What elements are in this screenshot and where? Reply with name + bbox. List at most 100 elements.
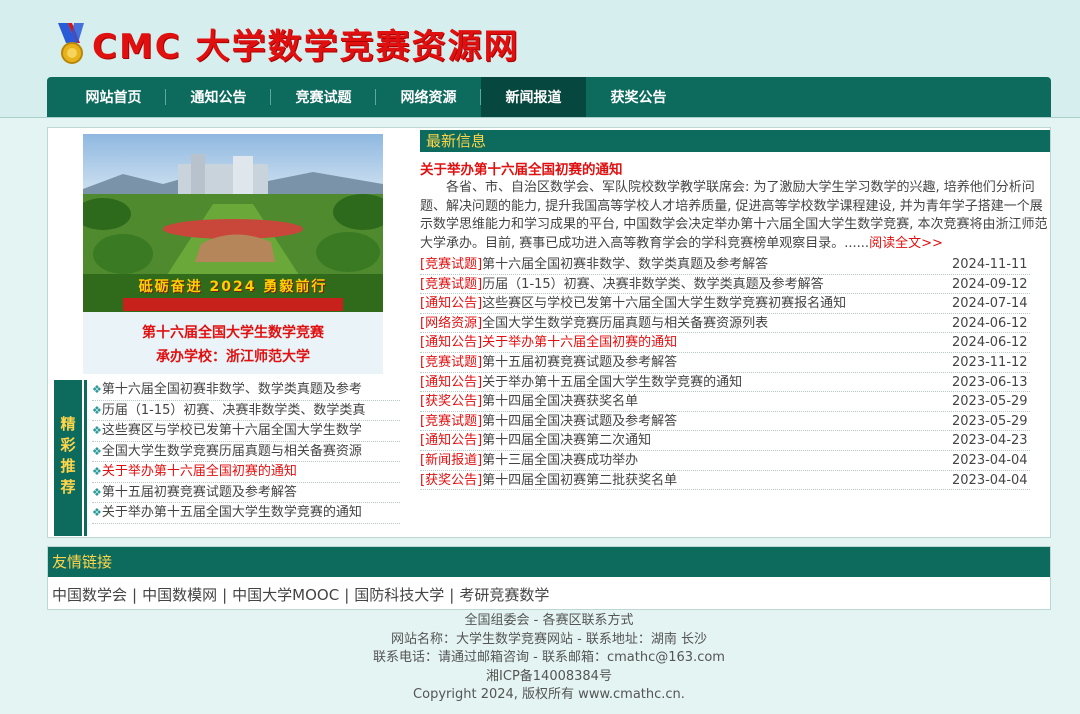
nav-home[interactable]: 网站首页 [61,77,166,117]
diamond-bullet-icon: ❖ [92,424,102,437]
news-item[interactable]: [通知公告]关于举办第十六届全国初赛的通知 2024-06-12 [420,333,1030,353]
nav-exams[interactable]: 竞赛试题 [271,77,376,117]
news-category[interactable]: 新闻报道 [425,453,477,468]
news-category[interactable]: 获奖公告 [425,394,477,409]
site-logo[interactable]: CMC 大学数学竞赛资源网 [54,18,520,68]
recommend-item[interactable]: ❖这些赛区与学校已发第十六届全国大学生数学 [92,421,400,442]
recommend-list: ❖第十六届全国初赛非数学、数学类真题及参考 ❖历届（1-15）初赛、决赛非数学类… [92,380,400,524]
news-date: 2023-04-23 [952,433,1028,449]
recommend-item[interactable]: ❖关于举办第十六届全国初赛的通知 [92,462,400,483]
footer-contacts-link[interactable]: 全国组委会 - 各赛区联系方式 [47,612,1051,631]
site-header: CMC 大学数学竞赛资源网 网站首页 通知公告 竞赛试题 网络资源 新闻报道 获… [0,0,1080,118]
recommend-item[interactable]: ❖第十五届初赛竞赛试题及参考解答 [92,483,400,503]
recommend-panel: 精彩推荐 ❖第十六届全国初赛非数学、数学类真题及参考 ❖历届（1-15）初赛、决… [54,380,400,536]
site-footer: 全国组委会 - 各赛区联系方式 网站名称：大学生数学竞赛网站 - 联系地址：湖南… [47,612,1051,705]
news-category[interactable]: 网络资源 [425,316,477,331]
diamond-bullet-icon: ❖ [92,506,102,519]
link-separator: | [132,586,138,604]
news-item-title: [新闻报道]第十三届全国决赛成功举办 [420,452,639,468]
news-item-title: [竞赛试题]第十五届初赛竞赛试题及参考解答 [420,354,678,370]
news-category[interactable]: 竞赛试题 [425,277,477,292]
latest-info-title: 最新信息 [420,130,1050,152]
recommend-label: 精彩推荐 [54,380,82,536]
footer-site-info: 网站名称：大学生数学竞赛网站 - 联系地址：湖南 长沙 [390,631,708,647]
nav-awards[interactable]: 获奖公告 [586,77,691,117]
nav-resources[interactable]: 网络资源 [376,77,481,117]
link-separator: | [222,586,228,604]
latest-info-panel: 最新信息 关于举办第十六届全国初赛的通知 各省、市、自治区数学会、军队院校数学教… [420,130,1050,491]
news-date: 2023-11-12 [952,354,1028,370]
footer-copyright: Copyright 2024, 版权所有 www.cmathc.cn. [413,687,685,702]
featured-summary: 各省、市、自治区数学会、军队院校数学教学联席会: 为了激励大学生学习数学的兴趣,… [420,180,1048,251]
recommend-item[interactable]: ❖第十六届全国初赛非数学、数学类真题及参考 [92,380,400,401]
news-date: 2024-09-12 [952,276,1028,292]
news-item[interactable]: [网络资源]全国大学生数学竞赛历届真题与相关备赛资源列表 2024-06-12 [420,314,1030,334]
diamond-bullet-icon: ❖ [92,444,102,458]
news-item[interactable]: [通知公告]第十四届全国决赛第二次通知 2023-04-23 [420,431,1030,451]
diamond-bullet-icon: ❖ [92,403,102,417]
news-item-title: [竞赛试题]第十六届全国初赛非数学、数学类真题及参考解答 [420,257,769,272]
news-category[interactable]: 获奖公告 [425,473,477,488]
news-item[interactable]: [获奖公告]第十四届全国决赛获奖名单 2023-05-29 [420,392,1030,412]
friend-links-panel: 友情链接 中国数学会 | 中国数模网 | 中国大学MOOC | 国防科技大学 | 考研竞赛数学 [47,546,1051,610]
news-item-title: [通知公告]第十四届全国决赛第二次通知 [420,433,652,449]
news-category[interactable]: 通知公告 [425,296,477,311]
diamond-bullet-icon: ❖ [92,383,102,396]
friend-links-title: 友情链接 [48,547,1050,577]
nav-news[interactable]: 新闻报道 [481,77,586,117]
news-category[interactable]: 竞赛试题 [425,414,477,429]
news-item[interactable]: [竞赛试题]第十六届全国初赛非数学、数学类真题及参考解答 2024-11-11 [420,255,1030,275]
news-item-title: [竞赛试题]第十四届全国决赛试题及参考解答 [420,413,678,429]
banner[interactable]: 砥砺奋进 2024 勇毅前行 第十六届全国大学生数学竞赛 承办学校：浙江师范大学 [83,134,383,374]
news-item-title: [获奖公告]第十四届全国初赛第二批获奖名单 [420,472,678,488]
news-date: 2024-07-14 [952,296,1028,312]
link-separator: | [449,586,455,604]
recommend-divider [84,380,87,536]
recommend-item[interactable]: ❖历届（1-15）初赛、决赛非数学类、数学类真 [92,401,400,421]
news-item[interactable]: [获奖公告]第十四届全国初赛第二批获奖名单 2023-04-04 [420,471,1030,491]
news-item[interactable]: [通知公告]这些赛区与学校已发第十六届全国大学生数学竞赛初赛报名通知 2024-0… [420,294,1030,314]
news-date: 2023-04-04 [952,472,1028,488]
friend-link[interactable]: 中国数模网 [142,586,217,604]
news-date: 2023-04-04 [952,452,1028,468]
news-item[interactable]: [通知公告]关于举办第十五届全国大学生数学竞赛的通知 2023-06-13 [420,373,1030,393]
news-item-title: [竞赛试题]历届（1-15）初赛、决赛非数学类、数学类真题及参考解答 [420,276,824,292]
news-category[interactable]: 通知公告 [425,433,477,448]
news-item-title: [通知公告]关于举办第十五届全国大学生数学竞赛的通知 [420,374,743,390]
nav-notices[interactable]: 通知公告 [166,77,271,117]
friend-links-row: 中国数学会 | 中国数模网 | 中国大学MOOC | 国防科技大学 | 考研竞赛数学 [48,577,1050,605]
footer-contact-info: 联系电话：请通过邮箱咨询 - 联系邮箱：cmathc@163.com [373,650,725,665]
friend-link[interactable]: 国防科技大学 [354,586,444,604]
news-item[interactable]: [新闻报道]第十三届全国决赛成功举办 2023-04-04 [420,451,1030,471]
recommend-item[interactable]: ❖全国大学生数学竞赛历届真题与相关备赛资源 [92,442,400,462]
friend-link[interactable]: 考研竞赛数学 [459,586,549,604]
diamond-bullet-icon: ❖ [92,465,102,478]
recommend-item[interactable]: ❖关于举办第十五届全国大学生数学竞赛的通知 [92,503,400,524]
banner-slogan: 砥砺奋进 2024 勇毅前行 [138,279,328,295]
news-item[interactable]: [竞赛试题]第十五届初赛竞赛试题及参考解答 2023-11-12 [420,353,1030,373]
news-item[interactable]: [竞赛试题]历届（1-15）初赛、决赛非数学类、数学类真题及参考解答 2024-0… [420,275,1030,295]
main-nav: 网站首页 通知公告 竞赛试题 网络资源 新闻报道 获奖公告 [47,77,1051,117]
footer-icp[interactable]: 湘ICP备14008384号 [47,668,1051,687]
news-item-title: [通知公告]关于举办第十六届全国初赛的通知 [420,335,678,351]
link-separator: | [344,586,350,604]
medal-icon [54,21,90,65]
news-date: 2023-05-29 [952,394,1028,410]
news-item-title: [获奖公告]第十四届全国决赛获奖名单 [420,394,639,410]
news-item[interactable]: [竞赛试题]第十四届全国决赛试题及参考解答 2023-05-29 [420,412,1030,432]
news-date: 2024-11-11 [952,257,1028,272]
news-list: [竞赛试题]第十六届全国初赛非数学、数学类真题及参考解答 2024-11-11 [竞… [420,255,1030,491]
news-date: 2024-06-12 [952,315,1028,331]
news-category[interactable]: 竞赛试题 [425,257,477,272]
news-category[interactable]: 通知公告 [425,375,477,390]
news-category[interactable]: 通知公告 [425,335,477,350]
featured-title-link[interactable]: 关于举办第十六届全国初赛的通知 [420,158,1050,178]
friend-link[interactable]: 中国大学MOOC [232,586,339,604]
friend-link[interactable]: 中国数学会 [52,586,127,604]
read-more-link[interactable]: 阅读全文>> [869,236,943,251]
news-item-title: [通知公告]这些赛区与学校已发第十六届全国大学生数学竞赛初赛报名通知 [420,296,847,312]
logo-text: CMC 大学数学竞赛资源网 [92,26,520,67]
main-content: 砥砺奋进 2024 勇毅前行 第十六届全国大学生数学竞赛 承办学校：浙江师范大学… [47,127,1051,538]
news-date: 2023-05-29 [952,413,1028,429]
news-category[interactable]: 竞赛试题 [425,355,477,370]
